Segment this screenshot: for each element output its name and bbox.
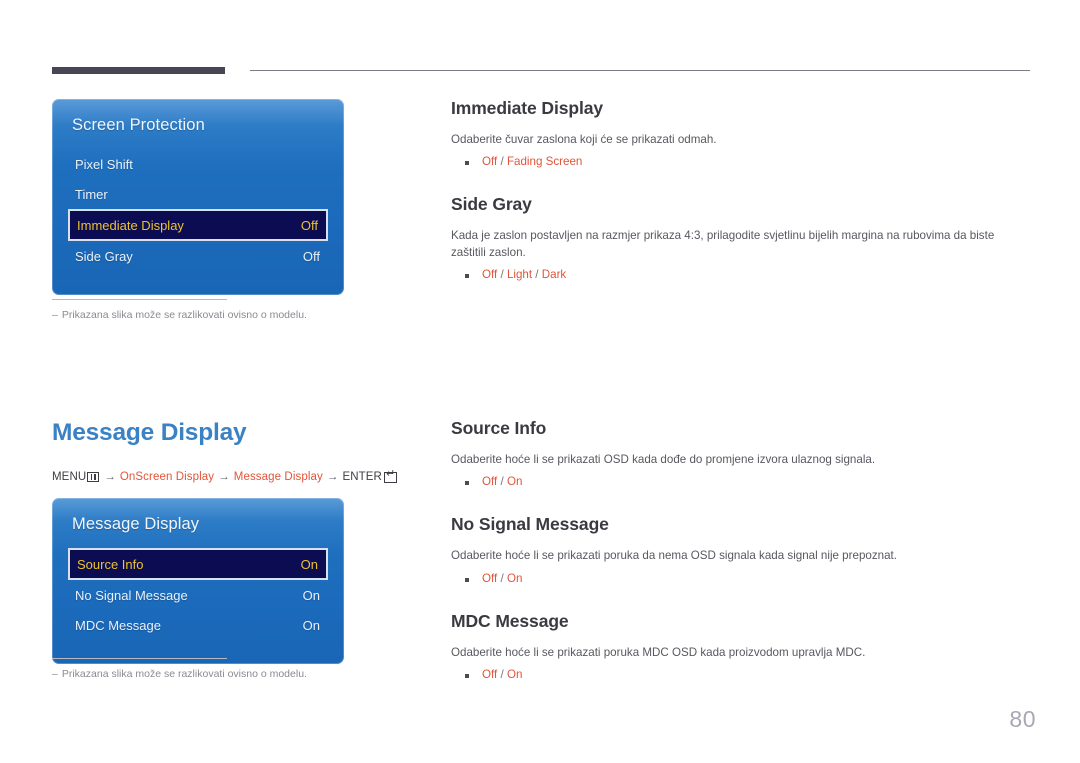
option-value: On [506, 571, 523, 585]
osd-row[interactable]: Side Gray Off [68, 241, 328, 271]
footnote-dash: – [52, 309, 58, 321]
footnote-text: Prikazana slika može se razlikovati ovis… [61, 309, 307, 321]
option-separator: / [532, 268, 542, 282]
block-body: Odaberite čuvar zaslona koji će se prika… [451, 133, 717, 146]
osd-row-label: Side Gray [75, 248, 133, 264]
breadcrumb-step-message-display[interactable]: Message Display [234, 471, 323, 483]
osd-row-list: Source Info On No Signal Message On MDC … [52, 548, 344, 640]
breadcrumb-step-onscreen-display[interactable]: OnScreen Display [120, 471, 214, 483]
osd-row-value: On [302, 617, 320, 633]
osd-row-value: Off [300, 217, 318, 233]
block-body: Odaberite hoće li se prikazati poruka da… [451, 549, 897, 563]
option-separator: / [497, 668, 507, 682]
bullet-square-icon [465, 577, 469, 582]
breadcrumb-arrow: → [326, 471, 339, 483]
option-value: On [506, 475, 523, 489]
content-column-top: Immediate Display Odaberite čuvar zaslon… [451, 98, 1031, 281]
footnote-text: Prikazana slika može se razlikovati ovis… [61, 668, 307, 680]
osd-row-value: On [300, 556, 318, 572]
block-options: Off / Light / Dark [451, 268, 1031, 281]
option-separator: / [497, 475, 507, 489]
content-block-side-gray: Side Gray Kada je zaslon postavljen na r… [451, 194, 1031, 281]
manual-page: Screen Protection Pixel Shift Timer Imme… [0, 0, 1080, 763]
osd-row-label: MDC Message [75, 617, 161, 633]
osd-row-value: On [302, 587, 320, 603]
osd-row-selected[interactable]: Immediate Display Off [68, 209, 328, 241]
osd-panel-message-display: Message Display Source Info On No Signal… [52, 498, 344, 664]
osd-panel-title: Screen Protection [72, 116, 205, 134]
option-value: Off [482, 155, 498, 169]
header-accent-bar [52, 67, 225, 74]
bullet-square-icon [465, 674, 469, 679]
option-value: On [506, 668, 523, 682]
osd-row[interactable]: Timer [68, 179, 328, 209]
option-value: Fading Screen [506, 155, 583, 169]
option-separator: / [497, 571, 507, 585]
bullet-square-icon [465, 481, 469, 486]
block-body: Kada je zaslon postavljen na razmjer pri… [451, 229, 995, 259]
enter-key-icon [383, 469, 397, 483]
option-value: Off [482, 475, 498, 489]
footnote-dash: – [52, 668, 58, 680]
content-block-source-info: Source Info Odaberite hoće li se prikaza… [451, 418, 1031, 488]
osd-row-label: Timer [75, 186, 108, 202]
option-value: Off [482, 668, 498, 682]
block-heading: Immediate Display [451, 98, 603, 118]
breadcrumb-menu-label: MENU [52, 471, 87, 483]
osd-row[interactable]: MDC Message On [68, 610, 328, 640]
block-options: Off / On [451, 668, 1031, 681]
footnote-divider [52, 658, 227, 659]
option-value: Off [482, 268, 498, 282]
option-value: Light [506, 268, 533, 282]
osd-panel-screen-protection: Screen Protection Pixel Shift Timer Imme… [52, 99, 344, 295]
block-heading: No Signal Message [451, 514, 609, 535]
osd-row[interactable]: No Signal Message On [68, 580, 328, 610]
block-options: Off / On [451, 475, 1031, 488]
footnote-divider [52, 299, 227, 300]
header-rule-line [250, 70, 1030, 71]
osd-row-label: Immediate Display [77, 217, 184, 233]
content-block-immediate-display: Immediate Display Odaberite čuvar zaslon… [451, 98, 1031, 168]
block-body: Odaberite hoće li se prikazati poruka MD… [451, 645, 866, 659]
block-heading: Side Gray [451, 194, 532, 215]
breadcrumb-arrow: → [218, 471, 230, 483]
osd-row-label: Pixel Shift [75, 156, 133, 172]
option-values: Off / On [482, 572, 522, 585]
osd-row-label: Source Info [77, 556, 144, 572]
menu-grid-icon [87, 472, 100, 482]
content-block-no-signal-message: No Signal Message Odaberite hoće li se p… [451, 514, 1031, 584]
option-value: Dark [541, 268, 567, 282]
osd-row-selected[interactable]: Source Info On [68, 548, 328, 580]
content-block-mdc-message: MDC Message Odaberite hoće li se prikaza… [451, 611, 1031, 681]
breadcrumb-enter-label: ENTER [342, 471, 382, 483]
option-values: Off / On [482, 475, 522, 488]
breadcrumb-arrow: → [104, 471, 116, 483]
footnote-model-disclaimer: – Prikazana slika može se razlikovati ovi… [52, 299, 352, 322]
content-column-bottom: Source Info Odaberite hoće li se prikaza… [451, 418, 1031, 681]
osd-panel-title: Message Display [72, 515, 200, 533]
option-values: Off / On [482, 668, 522, 681]
option-value: Off [482, 571, 498, 585]
breadcrumb: MENU → OnScreen Display → Message Displa… [52, 469, 397, 483]
option-values: Off / Fading Screen [482, 155, 582, 168]
footnote-model-disclaimer: – Prikazana slika može se razlikovati ovi… [52, 658, 352, 681]
block-body: Odaberite hoće li se prikazati OSD kada … [451, 453, 876, 466]
option-separator: / [497, 155, 507, 169]
osd-row-value: Off [302, 248, 320, 264]
osd-row-label: No Signal Message [75, 587, 188, 603]
option-separator: / [497, 268, 507, 282]
block-options: Off / On [451, 572, 1031, 585]
bullet-square-icon [465, 274, 469, 279]
block-heading: Source Info [451, 418, 547, 438]
osd-row-list: Pixel Shift Timer Immediate Display Off … [52, 149, 344, 271]
bullet-square-icon [465, 161, 469, 166]
section-title: Message Display [52, 419, 247, 446]
page-number: 80 [1009, 706, 1036, 732]
osd-row[interactable]: Pixel Shift [68, 149, 328, 179]
block-options: Off / Fading Screen [451, 155, 1031, 168]
block-heading: MDC Message [451, 610, 569, 631]
option-values: Off / Light / Dark [482, 268, 566, 281]
